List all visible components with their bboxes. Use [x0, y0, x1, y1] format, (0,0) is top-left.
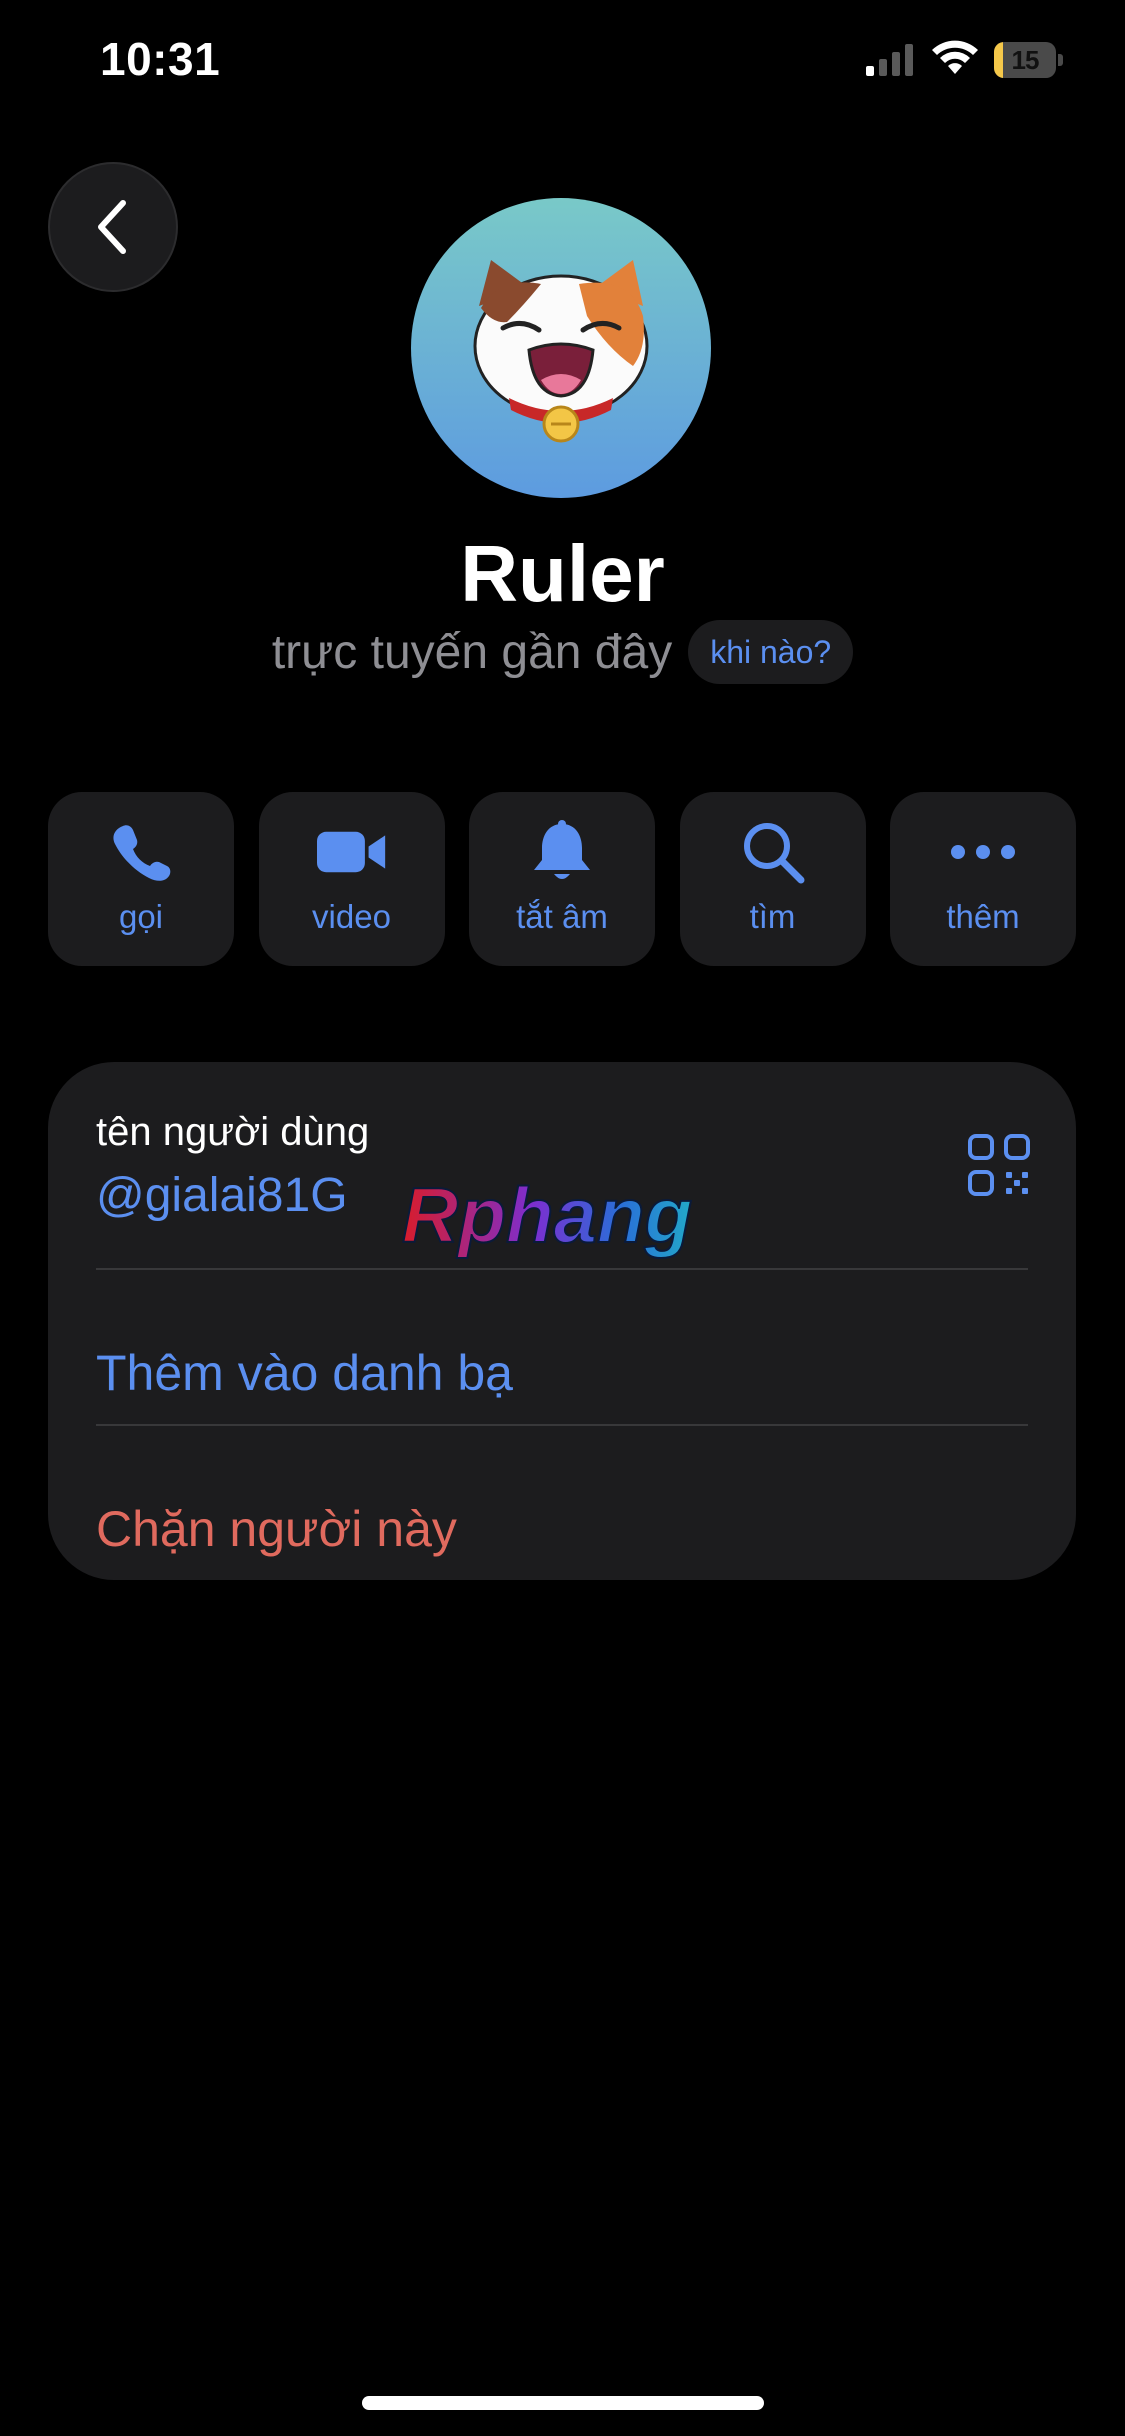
- battery-percent: 15: [1011, 45, 1040, 75]
- back-button[interactable]: [48, 162, 178, 292]
- video-label: video: [312, 898, 391, 935]
- bell-icon: [527, 820, 597, 884]
- battery-icon: 15: [994, 42, 1064, 78]
- home-indicator[interactable]: [362, 2396, 764, 2410]
- video-camera-icon: [316, 820, 387, 884]
- search-label: tìm: [749, 898, 796, 935]
- call-button[interactable]: gọi: [48, 792, 234, 966]
- status-time: 10:31: [100, 33, 221, 85]
- chevron-left-icon: [98, 200, 126, 254]
- more-button[interactable]: thêm: [890, 792, 1076, 966]
- search-icon: [738, 820, 808, 884]
- username-value[interactable]: @gialai81G: [96, 1168, 348, 1223]
- phone-icon: [106, 820, 176, 884]
- status-line: trực tuyến gần đây khi nào?: [0, 620, 1125, 684]
- search-button[interactable]: tìm: [679, 792, 866, 966]
- svg-text:Rphang: Rphang: [402, 1171, 692, 1259]
- watermark-logo: Rphang: [401, 1170, 693, 1260]
- block-user-button[interactable]: Chặn người này: [96, 1500, 457, 1558]
- mute-label: tắt âm: [516, 898, 608, 935]
- more-label: thêm: [946, 898, 1020, 935]
- profile-name: Ruler: [460, 529, 665, 618]
- action-bar: gọi video tắt âm tìm thêm: [48, 792, 1076, 966]
- mute-button[interactable]: tắt âm: [469, 792, 655, 966]
- wifi-icon: [932, 40, 978, 74]
- call-label: gọi: [118, 898, 164, 935]
- cellular-signal-icon: [866, 44, 913, 76]
- divider: [96, 1268, 1028, 1270]
- avatar[interactable]: [411, 198, 711, 498]
- when-button[interactable]: khi nào?: [688, 620, 854, 684]
- cat-sticker-avatar: [473, 260, 649, 443]
- last-seen-status: trực tuyến gần đây: [271, 625, 673, 679]
- divider: [96, 1424, 1028, 1426]
- add-to-contacts-button[interactable]: Thêm vào danh bạ: [96, 1344, 513, 1402]
- qr-code-icon[interactable]: [968, 1134, 1030, 1196]
- more-icon: [948, 820, 1018, 884]
- video-button[interactable]: video: [258, 792, 445, 966]
- info-card: tên người dùng @gialai81G Rphang Thêm và…: [48, 1062, 1076, 1580]
- status-bar: 10:31 15: [0, 0, 1125, 120]
- username-label: tên người dùng: [96, 1110, 370, 1154]
